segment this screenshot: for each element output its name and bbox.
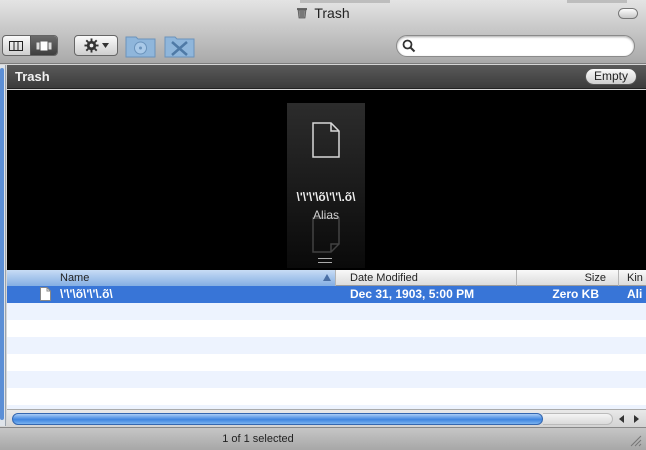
file-list: Name Date Modified Size Kin \'\'\õ\'\'\.… — [7, 270, 646, 409]
background-window-edge — [300, 0, 390, 3]
column-header-label: Date Modified — [350, 272, 418, 284]
list-header: Name Date Modified Size Kin — [7, 270, 646, 286]
window-title-text: Trash — [314, 5, 350, 21]
cell-date: Dec 31, 1903, 5:00 PM — [350, 287, 475, 301]
gear-icon — [83, 38, 99, 53]
column-header-date[interactable]: Date Modified — [336, 270, 517, 286]
cover-flow-name: \'\'\'\õ\'\'\.õ\ — [296, 190, 356, 204]
cell-size: Zero KB — [552, 287, 599, 301]
search-field[interactable] — [396, 35, 635, 57]
resize-grip-icon[interactable] — [630, 435, 642, 447]
empty-row — [7, 320, 646, 337]
scroll-thumb[interactable] — [12, 413, 543, 425]
cell-name: \'\'\õ\'\'\.õ\ — [60, 287, 113, 301]
cover-flow-view-icon — [36, 41, 52, 50]
columns-view-icon — [9, 40, 24, 51]
burn-folder-icon[interactable] — [125, 33, 156, 58]
sort-ascending-icon — [323, 274, 331, 281]
document-reflection-icon — [312, 217, 340, 253]
empty-row — [7, 388, 646, 405]
background-window-edge — [567, 0, 627, 3]
view-segmented-control — [2, 35, 58, 56]
folder-title: Trash — [15, 69, 50, 84]
table-row[interactable]: \'\'\õ\'\'\.õ\ Dec 31, 1903, 5:00 PM Zer… — [7, 286, 646, 303]
cover-flow[interactable]: \'\'\'\õ\'\'\.õ\ Alias — [7, 90, 646, 270]
title-bar: Trash — [0, 0, 646, 28]
column-header-label: Kin — [627, 272, 643, 284]
columns-view-button[interactable] — [3, 36, 30, 55]
cover-flow-kind: Alias — [312, 208, 339, 222]
horizontal-scrollbar[interactable] — [7, 409, 646, 427]
document-icon — [40, 287, 51, 301]
empty-row — [7, 303, 646, 320]
scroll-right-icon[interactable] — [630, 413, 642, 425]
empty-row — [7, 337, 646, 354]
column-header-label: Size — [584, 272, 606, 284]
cell-kind: Ali — [627, 287, 643, 301]
action-menu-button[interactable] — [74, 35, 118, 56]
scroll-left-icon[interactable] — [616, 413, 628, 425]
search-input[interactable] — [419, 38, 624, 54]
status-text: 1 of 1 selected — [222, 433, 294, 445]
window-title: Trash — [0, 5, 646, 21]
trash-icon — [297, 8, 308, 19]
toolbar — [0, 28, 646, 64]
document-icon — [312, 122, 340, 158]
column-header-label: Name — [60, 272, 90, 284]
empty-row — [7, 354, 646, 371]
column-header-kind[interactable]: Kin — [619, 270, 646, 286]
cover-flow-view-button[interactable] — [29, 36, 57, 55]
status-bar: 1 of 1 selected — [0, 427, 646, 450]
cover-flow-resize-grip[interactable] — [318, 258, 332, 263]
column-header-name[interactable]: Name — [7, 270, 336, 286]
chevron-down-icon — [101, 43, 109, 48]
scroll-track[interactable] — [543, 413, 613, 425]
utilities-folder-icon[interactable] — [164, 33, 195, 58]
sidebar-selection — [0, 68, 4, 420]
toolbar-toggle-button[interactable] — [618, 8, 638, 19]
search-icon — [402, 39, 416, 53]
column-header-size[interactable]: Size — [517, 270, 619, 286]
empty-row — [7, 371, 646, 388]
empty-trash-button[interactable]: Empty — [585, 68, 637, 85]
path-bar: Trash Empty — [7, 65, 646, 89]
